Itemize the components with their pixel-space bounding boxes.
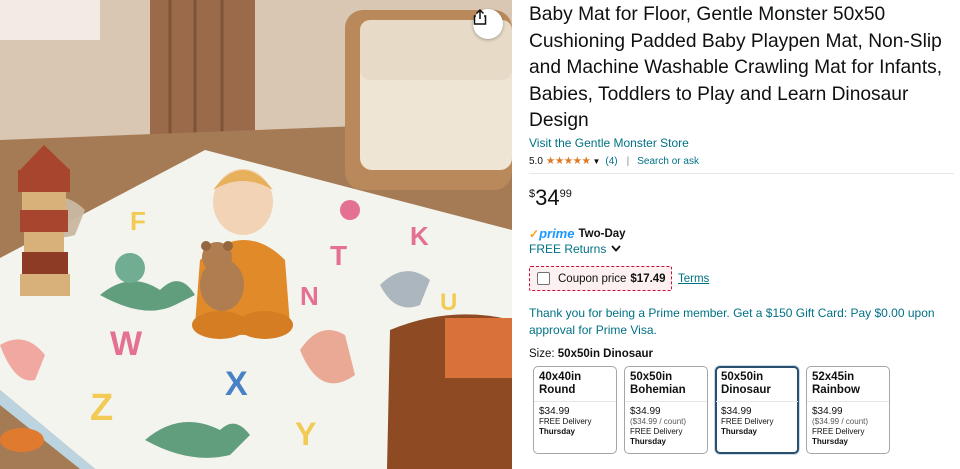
variation-name: 50x50in Bohemian [630,371,686,396]
product-details: Baby Mat for Floor, Gentle Monster 50x50… [529,0,954,469]
svg-text:Z: Z [90,387,113,429]
chevron-down-icon[interactable]: ▼ [592,157,600,166]
variation-delivery-day: Thursday [721,427,758,436]
prime-check-icon: ✓ [529,226,540,241]
variation-price: $34.99 [630,406,661,417]
variation-52x45-rainbow[interactable]: 52x45in Rainbow $34.99 ($34.99 / count) … [806,366,890,454]
variation-price: $34.99 [812,406,843,417]
variation-name: 50x50in Dinosaur [721,371,771,396]
free-returns-link[interactable]: FREE Returns [529,242,622,256]
free-returns-label: FREE Returns [529,242,607,256]
svg-text:F: F [130,206,146,236]
prime-delivery-label: Two-Day [578,227,626,240]
chevron-down-icon [611,244,622,254]
svg-text:X: X [225,365,248,403]
coupon-checkbox[interactable] [537,272,550,285]
product-photo: Z W X Y T K F N U [0,0,512,469]
variation-price: $34.99 [539,406,570,417]
variation-50x50-dinosaur[interactable]: 50x50in Dinosaur $34.99 FREE Delivery Th… [715,366,799,454]
store-link[interactable]: Visit the Gentle Monster Store [529,136,689,150]
prime-badge[interactable]: ✓ prime Two-Day [529,226,626,241]
variation-price: $34.99 [721,406,752,417]
divider [529,173,954,174]
svg-text:K: K [410,221,429,251]
variation-divider [534,401,616,402]
size-variations: 40x40in Round $34.99 FREE Delivery Thurs… [533,366,897,454]
variation-name: 52x45in Rainbow [812,371,860,396]
svg-text:T: T [330,240,347,271]
variation-40x40-round[interactable]: 40x40in Round $34.99 FREE Delivery Thurs… [533,366,617,454]
variation-delivery-day: Thursday [812,437,849,446]
svg-text:Y: Y [295,416,316,452]
variation-delivery: FREE Delivery [812,427,865,436]
coupon-label: Coupon price [558,272,627,285]
product-title: Baby Mat for Floor, Gentle Monster 50x50… [529,4,943,131]
coupon-box[interactable]: Coupon price $17.49 [529,266,672,291]
coupon-row: Coupon price $17.49 Terms [529,266,709,291]
share-button[interactable] [473,9,503,39]
size-label-prefix: Size: [529,348,555,360]
variation-unit-price: ($34.99 / count) [630,417,687,426]
price: $ 34 99 [529,185,572,211]
variation-delivery: FREE Delivery [630,427,683,436]
search-or-ask-link[interactable]: Search or ask [637,156,699,167]
variation-delivery-day: Thursday [630,437,667,446]
coupon-price: $17.49 [630,272,666,285]
product-image[interactable]: Z W X Y T K F N U [0,0,512,469]
separator: | [626,155,630,167]
size-selected-value: 50x50in Dinosaur [557,348,654,360]
variation-50x50-bohemian[interactable]: 50x50in Bohemian $34.99 ($34.99 / count)… [624,366,708,454]
share-icon [473,9,487,25]
variation-unit-price: ($34.99 / count) [812,417,869,426]
variation-name: 40x40in Round [539,371,582,396]
prime-logo: prime [539,226,575,241]
variation-divider [807,401,889,402]
star-rating-icon[interactable]: ★★★★★ [546,155,591,167]
rating-value: 5.0 [529,155,543,167]
variation-divider [625,401,707,402]
price-fraction: 99 [559,188,572,200]
variation-divider [716,401,798,402]
svg-text:U: U [440,289,457,316]
variation-delivery: FREE Delivery [721,417,774,426]
coupon-terms-link[interactable]: Terms [678,273,709,285]
prime-visa-offer-link[interactable]: Thank you for being a Prime member. Get … [529,305,944,339]
rating-count-link[interactable]: (4) [605,156,617,167]
price-whole: 34 [535,185,560,210]
svg-text:W: W [110,325,143,363]
size-label: Size: 50x50in Dinosaur [529,348,653,360]
variation-delivery: FREE Delivery [539,417,592,426]
rating-row: 5.0 ★★★★★ ▼ (4) | Search or ask [529,154,699,168]
svg-text:N: N [300,281,319,311]
variation-delivery-day: Thursday [539,427,576,436]
